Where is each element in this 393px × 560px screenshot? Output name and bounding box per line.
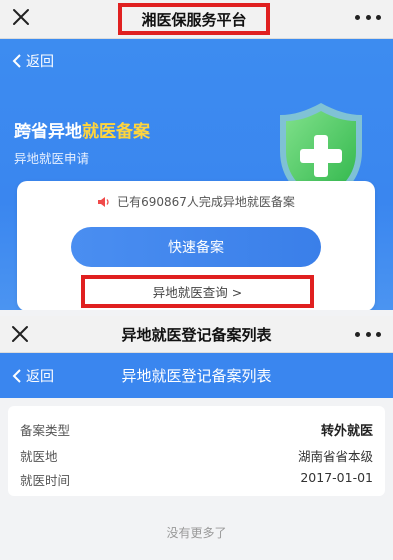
list-header-bar: 异地就医登记备案列表 返回 [0,353,393,398]
record-row-location: 就医地 湖南省省本级 [20,446,373,465]
quick-file-button[interactable]: 快速备案 [71,227,321,267]
more-dots-icon[interactable] [355,8,381,26]
row-value: 转外就医 [320,424,373,439]
record-card[interactable]: 备案类型 转外就医 就医地 湖南省省本级 就医时间 2017-01-01 [8,406,385,496]
page-title: 湘医保服务平台 [118,3,270,35]
list-title: 异地就医登记备案列表 [121,367,272,385]
speaker-icon [98,196,109,207]
second-page-title: 异地就医登记备案列表 [121,326,272,344]
no-more-text: 没有更多了 [166,526,227,540]
row-value: 2017-01-01 [300,470,373,485]
apply-card: 已有690867人完成异地就医备案 快速备案 异地就医查询 > [17,181,375,311]
back-button[interactable]: 返回 [12,51,54,71]
hero-subheading: 异地就医申请 [14,151,90,166]
close-icon[interactable] [10,6,32,28]
back-label: 返回 [26,368,54,385]
back-label: 返回 [26,54,54,70]
notice-bar: 已有690867人完成异地就医备案 [17,193,375,210]
hero-heading: 跨省异地就医备案 [14,122,150,142]
chevron-left-icon [12,368,21,383]
query-link[interactable]: 异地就医查询 > [81,275,314,308]
top-nav-bar: 湘医保服务平台 [0,0,393,39]
chevron-left-icon [12,54,21,68]
row-value: 湖南省省本级 [297,449,373,464]
record-row-time: 就医时间 2017-01-01 [20,470,373,489]
record-row-type: 备案类型 转外就医 [20,420,373,439]
row-label: 就医时间 [20,473,71,488]
second-nav-bar: 异地就医登记备案列表 [0,316,393,353]
more-dots-icon[interactable] [355,326,381,342]
notice-text: 已有690867人完成异地就医备案 [117,195,295,209]
row-label: 备案类型 [20,423,71,438]
back-button[interactable]: 返回 [12,353,54,398]
row-label: 就医地 [20,449,58,464]
